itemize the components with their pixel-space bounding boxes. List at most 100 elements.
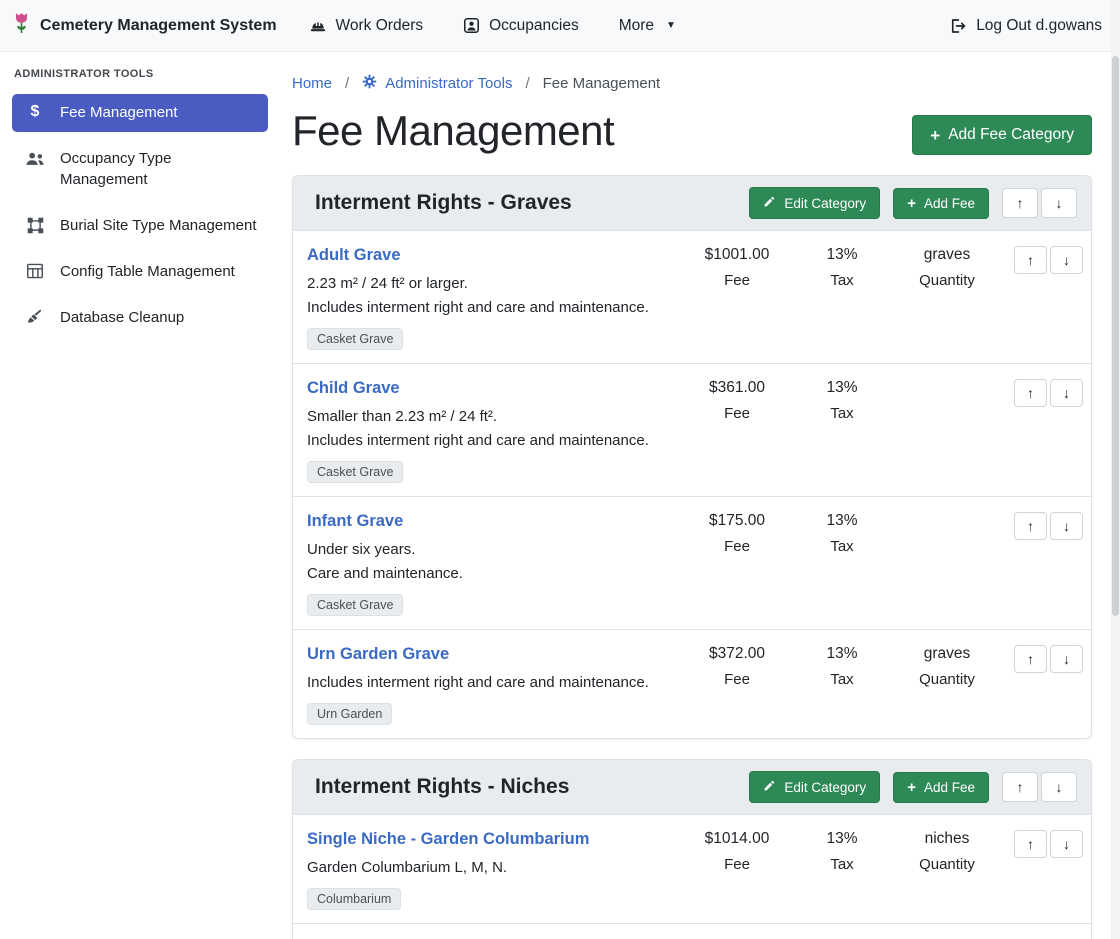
main-content: Home / Administrator Tools / Fee Managem… [280,52,1120,939]
fee-info: Single Niche - Garden Columbarium Garden… [307,830,682,910]
move-fee-up-button[interactable]: ↑ [1014,379,1047,407]
category-title: Interment Rights - Graves [315,191,736,215]
sidebar-item-occupancy-type-management[interactable]: Occupancy Type Management [12,140,268,199]
sidebar-item-burial-site-type-management[interactable]: Burial Site Type Management [12,207,268,245]
fee-info: Urn Garden Grave Includes interment righ… [307,645,682,725]
arrow-down-icon: ↓ [1063,385,1070,401]
edit-category-button[interactable]: Edit Category [749,771,880,803]
fee-amount: $372.00 [682,645,792,663]
quantity-value: graves [892,246,1002,264]
sidebar-item-label: Config Table Management [60,262,235,282]
move-category-down-button[interactable]: ↓ [1041,772,1077,802]
fee-info: Adult Grave 2.23 m² / 24 ft² or larger. … [307,246,682,350]
fee-reorder-controls: ↑ ↓ [1014,830,1083,858]
sidebar-item-config-table-management[interactable]: Config Table Management [12,253,268,291]
fee-name-link[interactable]: Child Grave [307,379,400,398]
quantity-value: graves [892,645,1002,663]
edit-category-button[interactable]: Edit Category [749,187,880,219]
move-fee-up-button[interactable]: ↑ [1014,830,1047,858]
nav-more-label: More [619,17,654,35]
page-scrollbar-thumb[interactable] [1112,56,1119,616]
fee-description: 2.23 m² / 24 ft² or larger. [307,272,674,296]
nav-occupancies[interactable]: Occupancies [463,17,579,35]
page-scrollbar-track[interactable] [1111,0,1120,939]
fee-info: Infant Grave Under six years. Care and m… [307,512,682,616]
breadcrumb-home-link[interactable]: Home [292,75,332,92]
add-fee-category-button[interactable]: + Add Fee Category [912,115,1092,155]
fee-amount-label: Fee [682,671,792,688]
move-fee-up-button[interactable]: ↑ [1014,512,1047,540]
fee-name-link[interactable]: Single Niche - Garden Columbarium [307,830,589,849]
breadcrumb-separator: / [525,75,529,92]
fee-amount-label: Fee [682,405,792,422]
pencil-icon [763,779,776,795]
fee-row: Child Grave Smaller than 2.23 m² / 24 ft… [293,363,1091,496]
arrow-down-icon: ↓ [1063,651,1070,667]
move-category-down-button[interactable]: ↓ [1041,188,1077,218]
sidebar-section-header: ADMINISTRATOR TOOLS [14,68,266,80]
pencil-icon [763,195,776,211]
fee-amount: $1001.00 [682,246,792,264]
app-brand[interactable]: Cemetery Management System [12,11,277,41]
fee-amount-label: Fee [682,538,792,555]
tax-label: Tax [792,856,892,873]
fee-category-card-niches: Interment Rights - Niches Edit Category … [292,759,1092,939]
add-fee-button[interactable]: + Add Fee [893,188,989,219]
top-navbar: Cemetery Management System Work Orders O… [0,0,1120,52]
breadcrumb-current: Fee Management [543,75,661,92]
arrow-up-icon: ↑ [1027,385,1034,401]
sidebar-item-database-cleanup[interactable]: Database Cleanup [12,299,268,337]
tax-value: 13% [792,379,892,397]
arrow-down-icon: ↓ [1056,195,1063,211]
quantity-column: graves Quantity [892,246,1002,289]
logout-button[interactable]: Log Out d.gowans [949,17,1102,35]
fee-amount: $1014.00 [682,830,792,848]
arrow-down-icon: ↓ [1056,779,1063,795]
move-fee-down-button[interactable]: ↓ [1050,512,1083,540]
category-header: Interment Rights - Niches Edit Category … [293,760,1091,814]
app-title: Cemetery Management System [40,17,277,35]
quantity-label: Quantity [892,671,1002,688]
arrow-up-icon: ↑ [1027,836,1034,852]
nav-more[interactable]: More ▼ [619,17,676,35]
move-fee-down-button[interactable]: ↓ [1050,246,1083,274]
move-fee-down-button[interactable]: ↓ [1050,379,1083,407]
move-fee-up-button[interactable]: ↑ [1014,246,1047,274]
sidebar-item-fee-management[interactable]: $ Fee Management [12,94,268,132]
add-fee-button[interactable]: + Add Fee [893,772,989,803]
tax-column: 13% Tax [792,246,892,289]
logout-icon [949,17,967,35]
fee-name-link[interactable]: Urn Garden Grave [307,645,449,664]
fee-description: Smaller than 2.23 m² / 24 ft². [307,405,674,429]
sidebar-item-label: Burial Site Type Management [60,216,257,236]
tax-label: Tax [792,671,892,688]
fee-name-link[interactable]: Adult Grave [307,246,401,265]
arrow-down-icon: ↓ [1063,252,1070,268]
arrow-down-icon: ↓ [1063,518,1070,534]
move-category-up-button[interactable]: ↑ [1002,772,1038,802]
move-category-up-button[interactable]: ↑ [1002,188,1038,218]
fee-row: Infant Grave Under six years. Care and m… [293,496,1091,629]
plus-icon: + [907,780,916,795]
sidebar-item-label: Fee Management [60,103,178,123]
arrow-up-icon: ↑ [1017,779,1024,795]
breadcrumb-admin-tools-link[interactable]: Administrator Tools [362,74,512,93]
add-fee-label: Add Fee [924,780,975,795]
quantity-label: Quantity [892,856,1002,873]
nav-work-orders[interactable]: Work Orders [309,17,424,35]
breadcrumb: Home / Administrator Tools / Fee Managem… [292,74,1092,93]
move-fee-down-button[interactable]: ↓ [1050,645,1083,673]
edit-category-label: Edit Category [784,196,866,211]
add-fee-category-label: Add Fee Category [948,126,1074,144]
quantity-column [892,512,1002,520]
tax-column: 13% Tax [792,645,892,688]
table-icon [25,263,45,279]
move-fee-up-button[interactable]: ↑ [1014,645,1047,673]
nav-occupancies-label: Occupancies [489,17,579,35]
tax-column: 13% Tax [792,379,892,422]
fee-amount-column: $361.00 Fee [682,379,792,422]
move-fee-down-button[interactable]: ↓ [1050,830,1083,858]
vector-square-icon [25,217,45,234]
fee-name-link[interactable]: Infant Grave [307,512,403,531]
tax-label: Tax [792,538,892,555]
